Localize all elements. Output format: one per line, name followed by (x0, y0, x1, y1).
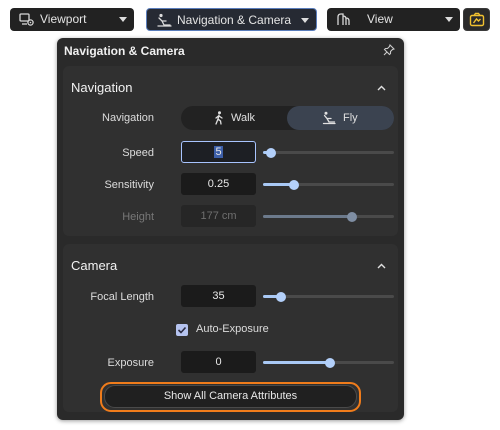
checkmark-icon (177, 326, 187, 334)
speed-slider-thumb[interactable] (265, 147, 276, 158)
exposure-slider-fill (263, 361, 330, 364)
exposure-slider-thumb[interactable] (324, 357, 335, 368)
height-label: Height (122, 211, 154, 223)
navigation-section-title: Navigation (71, 80, 133, 95)
chevron-down-icon (301, 18, 309, 23)
speed-value: 5 (214, 146, 223, 158)
navigation-camera-dropdown[interactable]: Navigation & Camera (146, 8, 317, 31)
view-dropdown[interactable]: View (327, 8, 460, 31)
viewport-settings-icon (19, 13, 34, 26)
navigation-camera-panel: Navigation & Camera Navigation Navigatio… (57, 38, 404, 420)
view-label: View (367, 12, 393, 26)
focal-length-input[interactable]: 35 (181, 285, 256, 307)
panel-title: Navigation & Camera (64, 44, 185, 58)
fly-navigation-icon (322, 111, 336, 125)
navigation-mode-toggle: Walk Fly (181, 106, 394, 130)
walk-option[interactable]: Walk (181, 106, 287, 130)
exposure-slider[interactable] (263, 357, 394, 368)
chevron-up-icon[interactable] (377, 85, 386, 91)
sensitivity-input[interactable]: 0.25 (181, 173, 256, 195)
viewport-dropdown[interactable]: Viewport (10, 8, 134, 31)
fly-navigation-icon (157, 13, 172, 27)
speed-slider[interactable] (263, 147, 394, 158)
walk-label: Walk (231, 112, 256, 124)
height-input: 177 cm (181, 205, 256, 227)
height-slider-thumb (347, 211, 358, 222)
camera-settings-toggle[interactable] (463, 8, 490, 31)
sensitivity-slider[interactable] (263, 179, 394, 190)
auto-exposure-checkbox[interactable] (176, 324, 188, 336)
height-slider-fill (263, 215, 353, 218)
walk-icon (215, 111, 223, 125)
focal-length-slider[interactable] (263, 291, 394, 302)
pin-icon[interactable] (383, 44, 395, 56)
fly-label: Fly (343, 112, 358, 124)
viewport-label: Viewport (40, 12, 87, 26)
sensitivity-label: Sensitivity (104, 179, 154, 191)
sensitivity-slider-thumb[interactable] (289, 179, 300, 190)
focal-length-label: Focal Length (90, 291, 154, 303)
height-slider (263, 211, 394, 222)
auto-exposure-label: Auto-Exposure (196, 323, 269, 335)
chevron-up-icon[interactable] (377, 263, 386, 269)
speed-input[interactable]: 5 (181, 141, 256, 163)
navigation-section: Navigation Navigation Walk Fly Speed 5 S… (63, 66, 398, 236)
focal-length-slider-thumb[interactable] (276, 291, 287, 302)
show-all-camera-attributes-button[interactable]: Show All Camera Attributes (104, 385, 357, 408)
chevron-down-icon (445, 17, 453, 22)
navigation-mode-label: Navigation (102, 112, 154, 124)
chevron-down-icon (119, 17, 127, 22)
camera-settings-icon (469, 12, 485, 27)
camera-section-title: Camera (71, 258, 118, 273)
navigation-camera-label: Navigation & Camera (177, 13, 292, 27)
exposure-input[interactable]: 0 (181, 351, 256, 373)
speed-label: Speed (122, 147, 154, 159)
fly-option[interactable]: Fly (287, 106, 394, 130)
view-layout-icon (337, 13, 350, 25)
exposure-label: Exposure (107, 357, 154, 369)
